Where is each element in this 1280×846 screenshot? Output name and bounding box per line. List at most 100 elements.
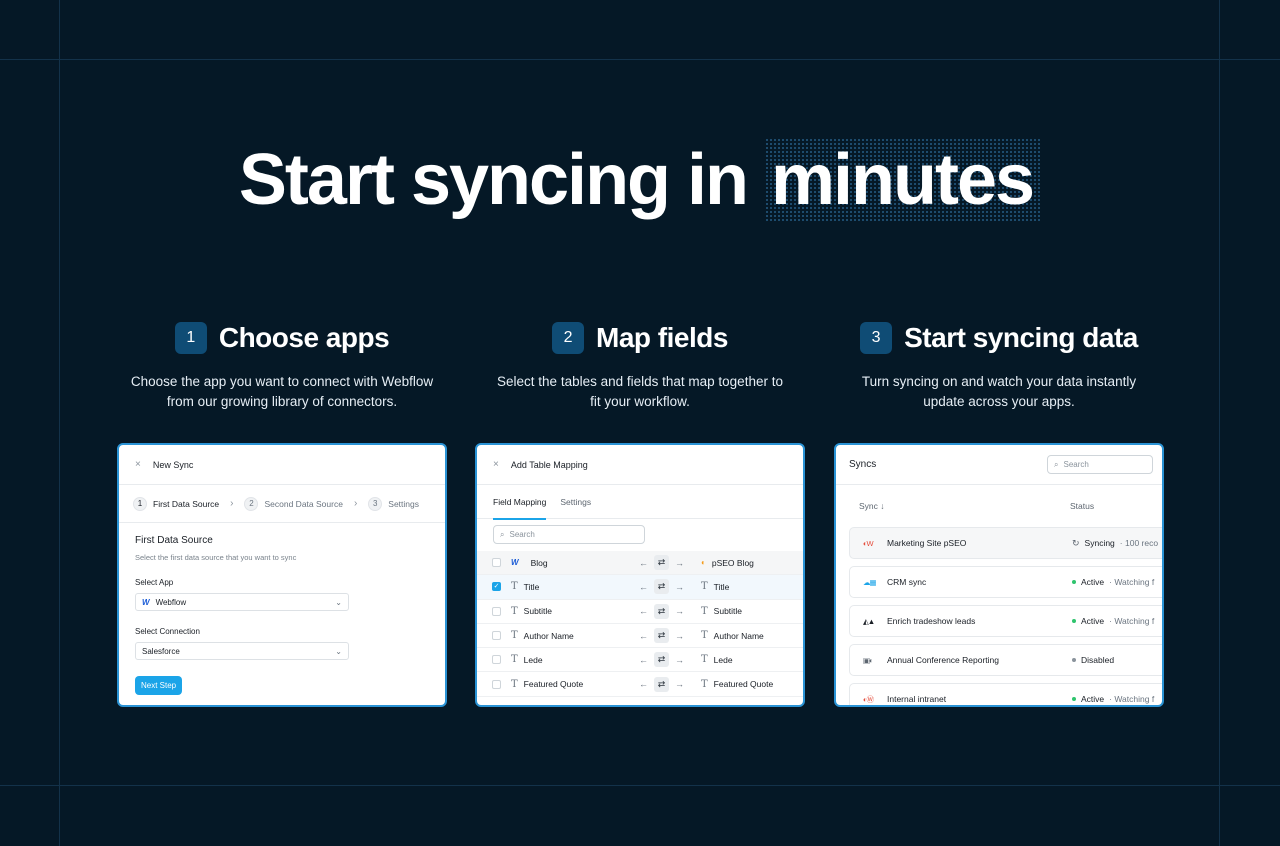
row-checkbox[interactable] (492, 606, 501, 616)
disabled-dot-icon (1072, 658, 1076, 662)
page-headline: Start syncing in minutes (0, 138, 1280, 222)
chevron-down-icon: ⌄ (335, 646, 342, 656)
right-table-name: pSEO Blog (711, 557, 754, 568)
sync-row[interactable]: ◭▲ Enrich tradeshow leads Active · Watchi… (849, 605, 1162, 637)
stepper-item-first-data-source[interactable]: First Data Source (153, 499, 219, 509)
swap-icon[interactable]: ⇄ (654, 676, 669, 692)
mapping-direction: ← ⇄ → (639, 603, 684, 619)
status-label: Active (1081, 577, 1105, 587)
right-field-name: Title (713, 581, 730, 592)
arrow-right-icon[interactable]: → (675, 631, 684, 641)
sync-status: ↻ Syncing · 100 reco (1072, 538, 1158, 549)
arrow-left-icon[interactable]: ← (639, 679, 648, 689)
column-header-sync[interactable]: Sync ↓ (859, 501, 885, 511)
mapping-direction: ← ⇄ → (639, 579, 684, 595)
sync-row[interactable]: ◐W Marketing Site pSEO ↻ Syncing · 100 rec… (849, 527, 1162, 559)
stepper-item-settings[interactable]: Settings (388, 499, 419, 509)
arrow-right-icon[interactable]: → (675, 655, 684, 665)
select-app-dropdown[interactable]: W Webflow ⌄ (135, 593, 349, 611)
select-connection-dropdown[interactable]: Salesforce ⌄ (135, 642, 349, 660)
close-icon[interactable]: × (135, 459, 141, 470)
arrow-right-icon[interactable]: → (675, 679, 684, 689)
section-heading: First Data Source (135, 535, 213, 546)
grid-line (0, 785, 1280, 786)
right-field: T Title (701, 581, 729, 592)
right-field: T Lede (701, 654, 733, 665)
card-header: × Add Table Mapping (477, 445, 803, 485)
row-checkbox[interactable] (492, 679, 501, 689)
arrow-left-icon[interactable]: ← (639, 558, 648, 568)
swap-icon[interactable]: ⇄ (654, 603, 669, 619)
sync-row[interactable]: ▣◐ Annual Conference Reporting Disabled (849, 644, 1162, 676)
step-map-fields: 2 Map fields Select the tables and field… (475, 320, 805, 412)
app-logos-icon: ◐W (863, 538, 874, 548)
app-logos-icon: ▣◐ (863, 655, 874, 665)
select-all-checkbox[interactable] (492, 558, 501, 568)
search-input[interactable]: ⌕ Search (493, 525, 645, 544)
next-step-button[interactable]: Next Step (135, 676, 183, 695)
tab-settings[interactable]: Settings (560, 485, 591, 519)
table-row[interactable]: T Subtitle ← ⇄ → T Subtitle (477, 600, 803, 624)
left-table-name: Blog (530, 557, 548, 568)
wizard-stepper: 1 First Data Source › 2 Second Data Sour… (119, 485, 445, 523)
right-field: T Subtitle (701, 606, 742, 617)
status-label: Syncing (1084, 538, 1115, 548)
step-choose-apps: 1 Choose apps Choose the app you want to… (117, 320, 447, 412)
text-field-icon: T (511, 678, 518, 690)
left-field: T Subtitle (511, 606, 552, 617)
column-header-status[interactable]: Status (1070, 501, 1094, 511)
sync-row[interactable]: ◐Ⓦ Internal intranet Active · Watching f (849, 683, 1162, 705)
text-field-icon: T (511, 581, 518, 593)
right-field: T Featured Quote (701, 679, 773, 690)
swap-icon[interactable]: ⇄ (654, 579, 669, 595)
select-app-value: Webflow (155, 597, 187, 607)
step-title: Choose apps (218, 322, 390, 353)
arrow-right-icon[interactable]: → (675, 582, 684, 592)
stepper-number: 3 (368, 496, 383, 511)
card-header: × New Sync (119, 445, 445, 485)
status-detail: · Watching f (1109, 577, 1155, 587)
right-table: ◐ pSEO Blog (701, 558, 754, 568)
swap-icon[interactable]: ⇄ (654, 652, 669, 668)
arrow-right-icon[interactable]: → (675, 606, 684, 616)
step-description: Choose the app you want to connect with … (130, 374, 434, 409)
close-icon[interactable]: × (493, 459, 499, 470)
text-field-icon: T (701, 654, 708, 666)
stepper-item-second-data-source[interactable]: Second Data Source (264, 499, 342, 509)
text-field-icon: T (511, 654, 518, 666)
row-checkbox[interactable] (492, 631, 501, 641)
text-field-icon: T (701, 605, 708, 617)
table-row[interactable]: ✓ T Title ← ⇄ → T Title (477, 575, 803, 600)
stepper-number: 2 (244, 496, 259, 511)
arrow-left-icon[interactable]: ← (639, 655, 648, 665)
status-detail: · Watching f (1109, 616, 1155, 626)
right-field-name: Lede (713, 654, 733, 665)
sync-status: Active · Watching f (1072, 577, 1154, 587)
table-row[interactable]: T Lede ← ⇄ → T Lede (477, 648, 803, 673)
arrow-right-icon[interactable]: → (675, 558, 684, 568)
swap-icon[interactable]: ⇄ (654, 555, 669, 571)
table-row[interactable]: T Featured Quote ← ⇄ → T Featured Quote (477, 672, 803, 697)
step-header: 1 Choose apps (117, 320, 447, 356)
text-field-icon: T (511, 630, 518, 642)
sync-row[interactable]: ☁▦ CRM sync Active · Watching f (849, 566, 1162, 598)
app-logos-icon: ◐Ⓦ (863, 694, 874, 704)
card-title: Add Table Mapping (510, 459, 588, 470)
left-table: W Blog (511, 558, 548, 568)
arrow-left-icon[interactable]: ← (639, 606, 648, 616)
tab-field-mapping[interactable]: Field Mapping (493, 485, 547, 520)
table-row[interactable]: T Author Name ← ⇄ → T Author Name (477, 624, 803, 649)
row-checkbox[interactable] (492, 655, 501, 665)
swap-icon[interactable]: ⇄ (654, 628, 669, 644)
search-input[interactable]: ⌕ Search (1047, 455, 1153, 474)
grid-line (0, 59, 1280, 60)
search-placeholder: Search (509, 530, 535, 539)
row-checkbox[interactable]: ✓ (492, 582, 501, 592)
search-icon: ⌕ (1054, 459, 1059, 469)
arrow-left-icon[interactable]: ← (639, 582, 648, 592)
right-field: T Author Name (701, 630, 764, 641)
sync-status: Disabled (1072, 655, 1114, 665)
status-label: Active (1081, 616, 1105, 626)
arrow-left-icon[interactable]: ← (639, 631, 648, 641)
select-connection-value: Salesforce (142, 646, 180, 656)
